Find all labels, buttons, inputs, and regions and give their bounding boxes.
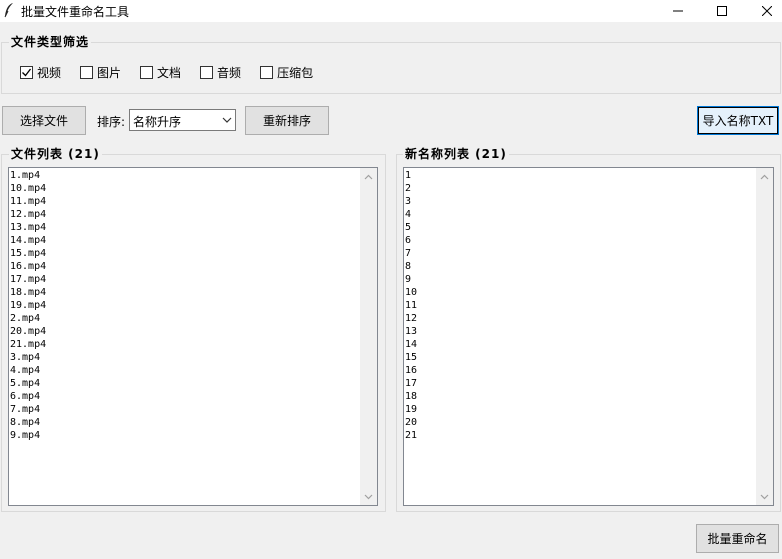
chevron-down-icon xyxy=(364,494,373,499)
chevron-up-icon xyxy=(364,174,373,179)
list-item[interactable]: 15 xyxy=(405,351,756,364)
scroll-up-button[interactable] xyxy=(756,168,773,185)
list-item[interactable]: 1.mp4 xyxy=(10,169,360,182)
list-item[interactable]: 11.mp4 xyxy=(10,195,360,208)
checkmark-icon xyxy=(22,68,32,76)
maximize-button[interactable] xyxy=(699,0,745,22)
file-list-items: 1.mp4 10.mp4 11.mp4 12.mp4 13.mp4 14.mp4 15.mp… xyxy=(10,169,360,504)
checkbox-box[interactable] xyxy=(200,65,214,79)
sort-select-value: 名称升序 xyxy=(133,115,182,129)
chevron-down-icon xyxy=(760,494,769,499)
list-item[interactable]: 15.mp4 xyxy=(10,247,360,260)
checkbox-label: 压缩包 xyxy=(277,65,314,80)
list-item[interactable]: 13 xyxy=(405,325,756,338)
list-item[interactable]: 5 xyxy=(405,221,756,234)
list-item[interactable]: 10 xyxy=(405,286,756,299)
resort-button[interactable]: 重新排序 xyxy=(245,106,329,135)
list-item[interactable]: 19 xyxy=(405,403,756,416)
list-item[interactable]: 9 xyxy=(405,273,756,286)
new-name-list-scrollbar[interactable] xyxy=(756,168,773,505)
close-icon xyxy=(762,6,772,16)
list-item[interactable]: 5.mp4 xyxy=(10,377,360,390)
list-item[interactable]: 17 xyxy=(405,377,756,390)
list-item[interactable]: 1 xyxy=(405,169,756,182)
checkbox-document[interactable]: 文档 xyxy=(140,64,181,81)
list-item[interactable]: 16 xyxy=(405,364,756,377)
checkbox-box[interactable] xyxy=(80,65,94,79)
feather-icon xyxy=(4,3,13,18)
list-item[interactable]: 9.mp4 xyxy=(10,429,360,442)
list-item[interactable]: 12 xyxy=(405,312,756,325)
list-item[interactable]: 18.mp4 xyxy=(10,286,360,299)
scroll-down-button[interactable] xyxy=(360,488,377,505)
file-list-scrollbar[interactable] xyxy=(360,168,377,505)
select-files-button[interactable]: 选择文件 xyxy=(2,106,86,135)
list-item[interactable]: 4.mp4 xyxy=(10,364,360,377)
list-item[interactable]: 19.mp4 xyxy=(10,299,360,312)
scroll-up-button[interactable] xyxy=(360,168,377,185)
list-item[interactable]: 17.mp4 xyxy=(10,273,360,286)
list-item[interactable]: 7 xyxy=(405,247,756,260)
sort-select[interactable]: 名称升序 xyxy=(129,109,236,131)
file-type-checkboxes: 视频 图片 文档 音频 压缩包 xyxy=(20,63,332,81)
list-item[interactable]: 20.mp4 xyxy=(10,325,360,338)
list-item[interactable]: 20 xyxy=(405,416,756,429)
checkbox-label: 文档 xyxy=(157,65,182,80)
list-item[interactable]: 8.mp4 xyxy=(10,416,360,429)
title-bar: 批量文件重命名工具 xyxy=(0,0,782,22)
checkbox-label: 音频 xyxy=(217,65,242,80)
list-item[interactable]: 2.mp4 xyxy=(10,312,360,325)
checkbox-archive[interactable]: 压缩包 xyxy=(260,64,313,81)
list-item[interactable]: 8 xyxy=(405,260,756,273)
window-title: 批量文件重命名工具 xyxy=(21,5,130,19)
filter-group-label: 文件类型筛选 xyxy=(9,34,92,50)
list-item[interactable]: 13.mp4 xyxy=(10,221,360,234)
file-list-label: 文件列表 (21) xyxy=(9,146,102,162)
list-item[interactable]: 21 xyxy=(405,429,756,442)
list-item[interactable]: 3 xyxy=(405,195,756,208)
list-item[interactable]: 6.mp4 xyxy=(10,390,360,403)
checkbox-audio[interactable]: 音频 xyxy=(200,64,241,81)
list-item[interactable]: 18 xyxy=(405,390,756,403)
list-item[interactable]: 16.mp4 xyxy=(10,260,360,273)
batch-rename-button[interactable]: 批量重命名 xyxy=(696,524,779,553)
minimize-icon xyxy=(673,10,683,12)
checkbox-box[interactable] xyxy=(140,65,154,79)
chevron-up-icon xyxy=(760,174,769,179)
checkbox-label: 图片 xyxy=(97,65,122,80)
new-name-list-label: 新名称列表 (21) xyxy=(403,146,509,162)
list-item[interactable]: 11 xyxy=(405,299,756,312)
list-item[interactable]: 14 xyxy=(405,338,756,351)
checkbox-image[interactable]: 图片 xyxy=(80,64,121,81)
maximize-icon xyxy=(717,6,727,16)
new-name-list-items: 1 2 3 4 5 6 7 8 9 10 11 12 13 14 15 16 17 18 19 20 21 xyxy=(405,169,756,504)
scroll-down-button[interactable] xyxy=(756,488,773,505)
list-item[interactable]: 14.mp4 xyxy=(10,234,360,247)
list-item[interactable]: 12.mp4 xyxy=(10,208,360,221)
list-item[interactable]: 3.mp4 xyxy=(10,351,360,364)
list-item[interactable]: 4 xyxy=(405,208,756,221)
import-names-button[interactable]: 导入名称TXT xyxy=(697,106,779,135)
new-name-listbox[interactable]: 1 2 3 4 5 6 7 8 9 10 11 12 13 14 15 16 17 18 19 20 21 xyxy=(403,167,774,506)
checkbox-label: 视频 xyxy=(37,65,62,80)
checkbox-box[interactable] xyxy=(260,65,274,79)
close-button[interactable] xyxy=(744,0,782,22)
checkbox-video[interactable]: 视频 xyxy=(20,64,61,81)
sort-label: 排序: xyxy=(97,115,126,129)
file-listbox[interactable]: 1.mp4 10.mp4 11.mp4 12.mp4 13.mp4 14.mp4 15.mp… xyxy=(8,167,378,506)
list-item[interactable]: 2 xyxy=(405,182,756,195)
minimize-button[interactable] xyxy=(655,0,701,22)
checkbox-box[interactable] xyxy=(20,65,33,79)
list-item[interactable]: 21.mp4 xyxy=(10,338,360,351)
list-item[interactable]: 7.mp4 xyxy=(10,403,360,416)
list-item[interactable]: 10.mp4 xyxy=(10,182,360,195)
list-item[interactable]: 6 xyxy=(405,234,756,247)
chevron-down-icon xyxy=(222,117,232,123)
